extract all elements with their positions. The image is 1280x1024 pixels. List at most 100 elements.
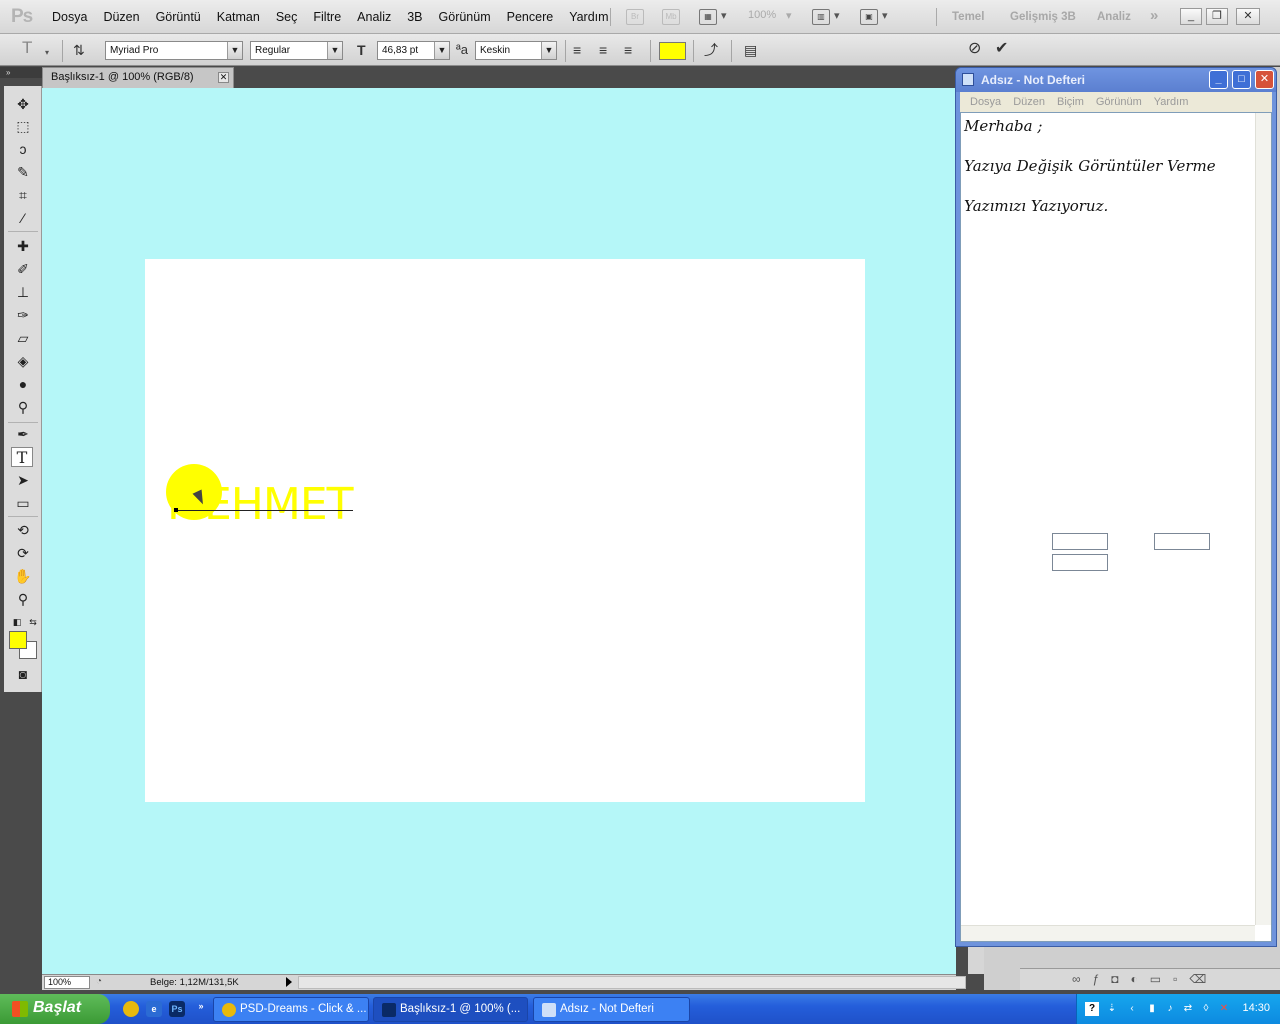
notepad-horizontal-scrollbar[interactable] [961, 925, 1255, 941]
commit-edit-icon[interactable]: ✔ [995, 41, 1008, 57]
lasso-tool-icon[interactable]: ↄ [12, 139, 34, 159]
zoom-field[interactable]: 100% [44, 976, 90, 989]
security-icon[interactable]: ◊ [1199, 1002, 1213, 1016]
type-tool-icon[interactable]: T [11, 447, 33, 467]
menu-yardim[interactable]: Yardım [561, 10, 616, 24]
align-center-icon[interactable]: ≡ [599, 43, 607, 57]
eyedropper-icon[interactable]: ⁄ [12, 208, 34, 228]
pen-tool-icon[interactable]: ✒ [12, 424, 34, 444]
font-size-select[interactable]: 46,83 pt ▼ [377, 41, 450, 60]
menu-gorunum[interactable]: Görünüm [431, 10, 499, 24]
status-menu-arrow-icon[interactable] [286, 977, 292, 987]
eraser-icon[interactable]: ▱ [12, 328, 34, 348]
history-brush-icon[interactable]: ✑ [12, 305, 34, 325]
close-button[interactable]: ✕ [1236, 8, 1260, 25]
swap-colors-icon[interactable]: ⇆ [22, 612, 44, 632]
tools-collapse-icon[interactable]: » [0, 67, 42, 78]
new-layer-icon[interactable]: ▫ [1173, 972, 1189, 986]
more-workspaces-icon[interactable]: » [1150, 7, 1158, 24]
screen-mode-icon[interactable]: ▣ [860, 9, 878, 25]
clone-stamp-icon[interactable]: ⊥ [12, 282, 34, 302]
dodge-tool-icon[interactable]: ⚲ [12, 397, 34, 417]
internet-explorer-icon[interactable]: e [146, 1001, 162, 1017]
menu-pencere[interactable]: Pencere [499, 10, 562, 24]
task-photoshop[interactable]: Başlıksız-1 @ 100% (... [373, 997, 528, 1022]
chevron-down-icon[interactable]: ▾ [721, 9, 727, 22]
notepad-title-bar[interactable]: Adsız - Not Defteri _ □ ✕ [956, 68, 1276, 92]
close-tab-icon[interactable]: ✕ [218, 72, 229, 83]
align-right-icon[interactable]: ≡ [624, 43, 632, 57]
clock[interactable]: 14:30 [1242, 1002, 1270, 1014]
cancel-edit-icon[interactable]: ⊘ [968, 41, 981, 57]
canvas-horizontal-scrollbar[interactable] [298, 976, 966, 989]
notepad-menu-bicim[interactable]: Biçim [1051, 96, 1090, 112]
trash-icon[interactable]: ⌫ [1189, 972, 1218, 986]
chevron-down-icon[interactable]: ▾ [786, 9, 792, 22]
start-button[interactable]: Başlat [0, 994, 110, 1024]
foreground-color-swatch[interactable] [9, 631, 27, 649]
menu-sec[interactable]: Seç [268, 10, 306, 24]
task-notepad[interactable]: Adsız - Not Defteri [533, 997, 690, 1022]
document-canvas[interactable]: MEHMET [145, 259, 865, 802]
notepad-vertical-scrollbar[interactable] [1255, 113, 1271, 925]
arrange-documents-icon[interactable]: ▥ [812, 9, 830, 25]
font-family-select[interactable]: Myriad Pro ▼ [105, 41, 243, 60]
3d-orbit-icon[interactable]: ⟳ [12, 543, 34, 563]
notepad-menu-dosya[interactable]: Dosya [964, 96, 1007, 112]
baseline-handle[interactable] [174, 508, 178, 512]
font-style-select[interactable]: Regular ▼ [250, 41, 343, 60]
crop-tool-icon[interactable]: ⌗ [12, 185, 34, 205]
menu-analiz[interactable]: Analiz [349, 10, 399, 24]
notepad-menu-yardim[interactable]: Yardım [1148, 96, 1195, 112]
workspace-temel[interactable]: Temel [952, 11, 984, 23]
new-group-icon[interactable]: ▭ [1150, 972, 1173, 986]
marquee-tool-icon[interactable]: ⬚ [12, 116, 34, 136]
minimize-button[interactable]: _ [1180, 8, 1202, 25]
menu-filtre[interactable]: Filtre [305, 10, 349, 24]
network-icon[interactable]: ⇄ [1181, 1002, 1195, 1016]
menu-goruntu[interactable]: Görüntü [148, 10, 209, 24]
text-layer[interactable]: MEHMET [167, 479, 353, 530]
menu-dosya[interactable]: Dosya [44, 10, 95, 24]
rectangle-tool-icon[interactable]: ▭ [12, 493, 34, 513]
layer-style-icon[interactable]: ƒ [1093, 972, 1112, 986]
link-layers-icon[interactable]: ∞ [1072, 972, 1093, 986]
hand-tool-icon[interactable]: ✋ [12, 566, 34, 586]
chevron-down-icon[interactable]: ▾ [45, 46, 49, 60]
menu-3b[interactable]: 3B [399, 10, 430, 24]
view-extras-icon[interactable]: ▦ [699, 9, 717, 25]
antivirus-icon[interactable]: ✕ [1217, 1002, 1231, 1016]
chrome-icon[interactable] [123, 1001, 139, 1017]
layer-mask-icon[interactable]: ◘ [1111, 972, 1130, 986]
zoom-level-menu[interactable]: 100% [748, 9, 776, 21]
workspace-gelismis-3b[interactable]: Gelişmiş 3B [1010, 11, 1076, 23]
canvas-area[interactable]: MEHMET [42, 88, 956, 974]
usb-icon[interactable]: ⇣ [1105, 1002, 1119, 1016]
status-preview-icon[interactable]: ◔ [96, 976, 102, 987]
photoshop-quicklaunch-icon[interactable]: Ps [169, 1001, 185, 1017]
help-icon[interactable]: ? [1085, 1002, 1099, 1016]
notepad-text-area[interactable]: Merhaba ; Yazıya Değişik Görüntüler Verm… [960, 112, 1272, 942]
notepad-menu-duzen[interactable]: Düzen [1007, 96, 1051, 112]
warp-text-icon[interactable]: ⤴ [704, 43, 718, 57]
menu-katman[interactable]: Katman [209, 10, 268, 24]
notepad-maximize-button[interactable]: □ [1232, 70, 1251, 89]
volume-icon[interactable]: ♪ [1163, 1002, 1177, 1016]
move-tool-icon[interactable]: ✥ [12, 94, 34, 114]
healing-brush-icon[interactable]: ✚ [12, 236, 34, 256]
quick-mask-icon[interactable]: ◙ [12, 664, 34, 684]
bridge-icon[interactable]: Br [626, 9, 644, 25]
antialias-select[interactable]: Keskin ▼ [475, 41, 557, 60]
adjustment-layer-icon[interactable]: ◐ [1131, 972, 1150, 986]
path-select-icon[interactable]: ➤ [12, 470, 34, 490]
chevron-down-icon[interactable]: ▾ [834, 9, 840, 22]
blur-tool-icon[interactable]: ● [12, 374, 34, 394]
align-left-icon[interactable]: ≡ [573, 43, 581, 57]
workspace-analiz[interactable]: Analiz [1097, 11, 1131, 23]
notepad-close-button[interactable]: ✕ [1255, 70, 1274, 89]
character-panel-icon[interactable]: ▤ [744, 43, 757, 57]
type-tool-preset-icon[interactable]: T [22, 39, 32, 56]
restore-button[interactable]: ❐ [1206, 8, 1228, 25]
task-psd-dreams[interactable]: PSD-Dreams - Click & ... [213, 997, 369, 1022]
notepad-menu-gorunum[interactable]: Görünüm [1090, 96, 1148, 112]
